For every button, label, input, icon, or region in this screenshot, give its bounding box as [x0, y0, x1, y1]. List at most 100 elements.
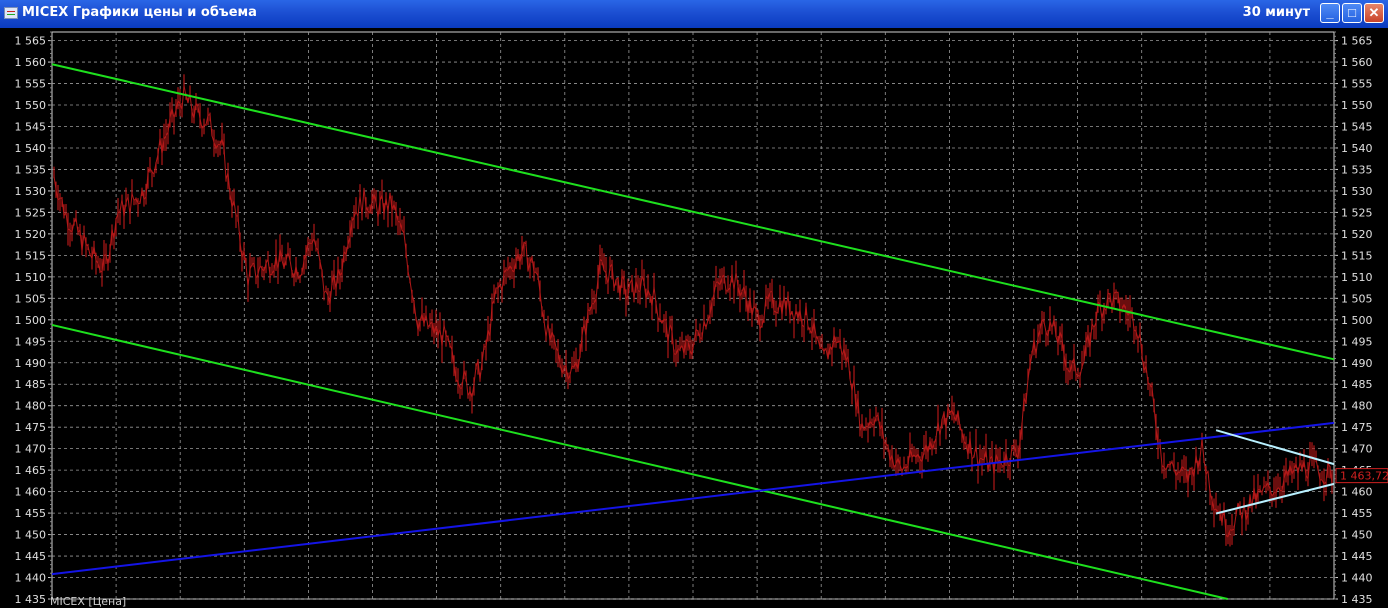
y-tick-label-left: 1 505 — [15, 292, 47, 305]
y-tick-label-right: 1 530 — [1341, 185, 1373, 198]
price-segment — [182, 86, 184, 110]
title-bar[interactable]: MICEX Графики цены и объема 30 минут _ □… — [0, 0, 1388, 28]
y-tick-label-right: 1 550 — [1341, 99, 1373, 112]
y-tick-label-left: 1 440 — [15, 572, 47, 585]
y-tick-label-left: 1 490 — [15, 357, 47, 370]
minimize-button[interactable]: _ — [1320, 3, 1340, 23]
trend-line-2 — [52, 325, 1228, 599]
price-segment — [474, 367, 476, 384]
y-tick-label-right: 1 480 — [1341, 400, 1373, 413]
price-segment — [140, 189, 142, 204]
y-tick-label-left: 1 455 — [15, 507, 47, 520]
price-segment — [1234, 515, 1236, 529]
price-segment — [654, 287, 656, 304]
price-segment — [404, 233, 406, 251]
y-tick-label-left: 1 520 — [15, 228, 47, 241]
y-tick-label-left: 1 545 — [15, 121, 47, 134]
price-segment — [1202, 440, 1204, 461]
y-tick-label-right: 1 460 — [1341, 486, 1373, 499]
trend-line-4 — [1216, 430, 1334, 464]
chart-app-icon — [4, 7, 18, 19]
price-segment — [466, 377, 468, 396]
price-segment — [362, 188, 364, 215]
price-segment — [526, 244, 528, 271]
maximize-button[interactable]: □ — [1342, 3, 1362, 23]
price-segment — [132, 194, 134, 201]
y-tick-label-left: 1 515 — [15, 249, 47, 262]
y-tick-label-left: 1 530 — [15, 185, 47, 198]
price-segment — [480, 363, 482, 380]
left-price-axis: 1 5651 5601 5551 5501 5451 5401 5351 530… — [15, 32, 53, 606]
y-tick-label-right: 1 520 — [1341, 228, 1373, 241]
timeframe-label[interactable]: 30 минут — [1243, 5, 1310, 20]
y-tick-label-left: 1 535 — [15, 163, 47, 176]
price-segment — [804, 305, 806, 327]
price-segment — [592, 303, 594, 304]
y-tick-label-right: 1 515 — [1341, 249, 1373, 262]
price-segment — [224, 147, 226, 179]
y-tick-label-left: 1 500 — [15, 314, 47, 327]
price-segment — [322, 271, 324, 293]
y-tick-label-right: 1 535 — [1341, 163, 1373, 176]
price-segment — [1262, 486, 1264, 492]
price-segment — [1152, 388, 1154, 406]
price-segment — [130, 194, 132, 215]
y-tick-label-right: 1 440 — [1341, 572, 1373, 585]
price-segment — [76, 218, 78, 233]
y-tick-label-left: 1 540 — [15, 142, 47, 155]
y-tick-label-right: 1 545 — [1341, 121, 1373, 134]
price-segment — [1160, 443, 1162, 466]
y-tick-label-left: 1 560 — [15, 56, 47, 69]
y-tick-label-left: 1 550 — [15, 99, 47, 112]
price-segment — [1116, 292, 1118, 293]
price-segment — [210, 114, 212, 135]
chart-canvas[interactable]: 1 5651 5601 5551 5501 5451 5401 5351 530… — [0, 28, 1388, 607]
price-segment — [794, 310, 796, 321]
price-segment — [1100, 305, 1102, 319]
price-segment — [1184, 469, 1186, 470]
price-segment — [290, 260, 292, 272]
price-segment — [1080, 367, 1082, 376]
price-segment — [1036, 338, 1038, 355]
window-title: MICEX Графики цены и объема — [22, 5, 257, 20]
y-tick-label-left: 1 565 — [15, 35, 47, 48]
price-segment — [318, 250, 320, 261]
price-segment — [120, 199, 122, 211]
y-tick-label-right: 1 560 — [1341, 56, 1373, 69]
price-segment — [406, 251, 408, 271]
price-segment — [848, 356, 850, 379]
y-tick-label-right: 1 435 — [1341, 593, 1373, 606]
price-segment — [902, 467, 904, 472]
price-segment — [248, 269, 250, 286]
y-tick-label-right: 1 475 — [1341, 421, 1373, 434]
price-segment — [298, 277, 300, 278]
price-segment — [734, 272, 736, 290]
y-tick-label-left: 1 435 — [15, 593, 47, 606]
price-segment — [1304, 461, 1306, 476]
price-segment — [1194, 455, 1196, 477]
price-segment — [836, 342, 838, 343]
price-segment — [1316, 459, 1318, 469]
price-segment — [1026, 379, 1028, 403]
price-segment — [444, 325, 446, 335]
price-segment — [1010, 446, 1012, 466]
y-tick-label-left: 1 525 — [15, 206, 47, 219]
price-segment — [858, 397, 860, 431]
price-segment — [946, 407, 948, 429]
y-tick-label-right: 1 455 — [1341, 507, 1373, 520]
y-tick-label-right: 1 500 — [1341, 314, 1373, 327]
y-tick-label-right: 1 510 — [1341, 271, 1373, 284]
y-tick-label-left: 1 445 — [15, 550, 47, 563]
trend-line-5 — [1216, 484, 1334, 514]
price-segment — [386, 198, 388, 211]
price-segment — [88, 246, 90, 255]
y-tick-label-right: 1 525 — [1341, 206, 1373, 219]
price-segment — [1044, 322, 1046, 332]
price-segment — [596, 279, 598, 299]
price-segment — [158, 138, 160, 155]
price-segment — [204, 125, 206, 126]
y-tick-label-right: 1 450 — [1341, 529, 1373, 542]
y-tick-label-left: 1 495 — [15, 335, 47, 348]
price-chart[interactable]: 1 5651 5601 5551 5501 5451 5401 5351 530… — [0, 28, 1388, 607]
close-button[interactable]: ✕ — [1364, 3, 1384, 23]
